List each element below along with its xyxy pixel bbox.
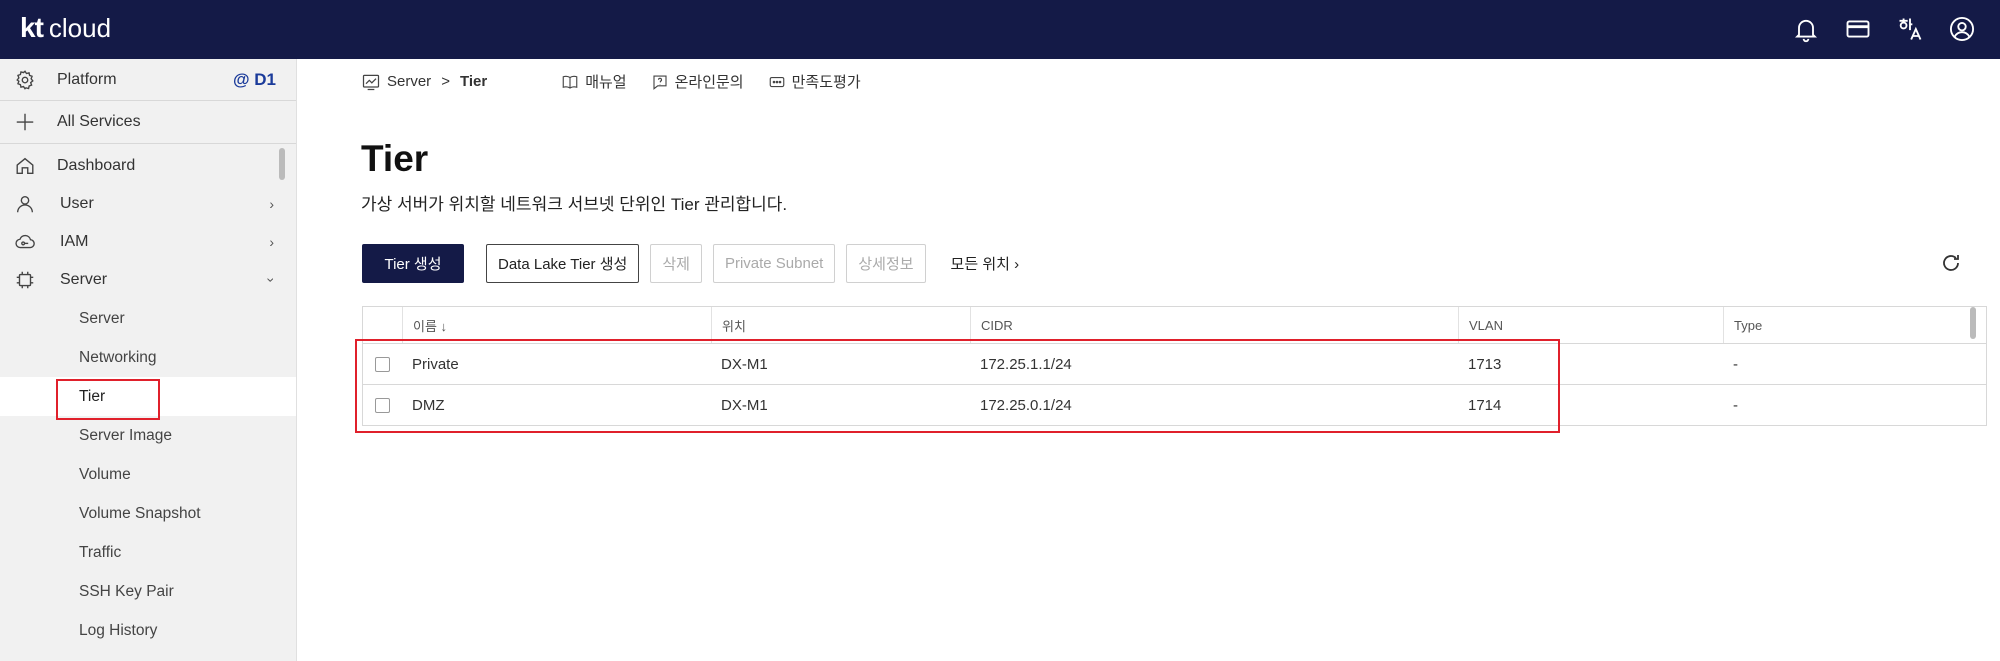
sidebar-item-iam[interactable]: IAM › (0, 223, 296, 261)
tier-table: 이름 ↓ 위치 CIDR VLAN Type Private DX-M1 172… (362, 306, 1987, 426)
online-inquiry-link[interactable]: 온라인문의 (651, 71, 744, 92)
sidebar-sub-volume-snapshot[interactable]: Volume Snapshot (0, 494, 296, 533)
sidebar-item-server[interactable]: Server › (0, 261, 296, 299)
gear-icon (13, 68, 37, 92)
sidebar-item-user[interactable]: User › (0, 185, 296, 223)
header-type[interactable]: Type (1723, 307, 1986, 343)
page-description: 가상 서버가 위치할 네트워크 서브넷 단위인 Tier 관리합니다. (361, 195, 788, 214)
table-header: 이름 ↓ 위치 CIDR VLAN Type (362, 306, 1987, 344)
chevron-right-icon: › (269, 196, 274, 212)
cell-cidr: 172.25.1.1/24 (980, 355, 1072, 373)
create-datalake-tier-button[interactable]: Data Lake Tier 생성 (486, 244, 640, 283)
sidebar-sub-networking[interactable]: Networking (0, 338, 296, 377)
user-circle-icon[interactable] (1946, 13, 1978, 45)
person-icon (13, 192, 37, 216)
sidebar: Platform @ D1 All Services Dashboard Use… (0, 59, 297, 661)
sidebar-sub-log-history[interactable]: Log History (0, 611, 296, 650)
language-icon[interactable] (1894, 13, 1926, 45)
cell-type: - (1733, 355, 1738, 373)
manual-link[interactable]: 매뉴얼 (561, 71, 627, 92)
platform-selector[interactable]: Platform @ D1 (0, 59, 296, 101)
cell-vlan: 1714 (1468, 396, 1502, 414)
cloud-key-icon (13, 230, 37, 254)
cell-cidr: 172.25.0.1/24 (980, 396, 1072, 414)
sidebar-sub-tier[interactable]: Tier (0, 377, 296, 420)
table-row[interactable]: DMZ DX-M1 172.25.0.1/24 1714 - (362, 385, 1987, 426)
sidebar-item-dashboard[interactable]: Dashboard (0, 147, 296, 185)
sidebar-sub-traffic[interactable]: Traffic (0, 533, 296, 572)
sidebar-sub-volume[interactable]: Volume (0, 455, 296, 494)
kt-cloud-logo[interactable]: kt cloud (20, 12, 111, 44)
satisfaction-survey-link[interactable]: 만족도평가 (768, 71, 861, 92)
table-row[interactable]: Private DX-M1 172.25.1.1/24 1713 - (362, 344, 1987, 385)
page-title: Tier (361, 138, 429, 179)
platform-label: Platform (57, 70, 117, 88)
card-icon[interactable] (1842, 13, 1874, 45)
chip-icon (13, 268, 37, 292)
breadcrumb-current: Tier (459, 73, 488, 90)
bell-icon[interactable] (1790, 13, 1822, 45)
sidebar-scrollbar[interactable] (279, 148, 285, 180)
chevron-right-icon: › (269, 234, 274, 250)
cell-vlan: 1713 (1468, 355, 1502, 373)
chevron-down-icon: › (263, 277, 280, 283)
table-scrollbar[interactable] (1970, 307, 1976, 339)
sidebar-sub-server[interactable]: Server (0, 299, 296, 338)
header-location[interactable]: 위치 (711, 307, 970, 343)
home-icon (13, 154, 37, 178)
cell-location: DX-M1 (721, 396, 768, 414)
breadcrumb-parent[interactable]: Server (387, 73, 431, 90)
highlight-box (56, 379, 160, 420)
row-checkbox[interactable] (375, 397, 390, 413)
row-checkbox[interactable] (375, 356, 390, 372)
top-bar: kt cloud (0, 0, 2000, 59)
question-chat-icon (653, 74, 667, 90)
cell-name: Private (412, 355, 459, 373)
action-bar: Tier 생성 Data Lake Tier 생성 삭제 Private Sub… (362, 244, 1019, 283)
chart-icon (362, 74, 380, 90)
header-name[interactable]: 이름 ↓ (402, 307, 711, 343)
cell-location: DX-M1 (721, 355, 768, 373)
sidebar-sub-server-image[interactable]: Server Image (0, 416, 296, 455)
sidebar-sub-ssh-key-pair[interactable]: SSH Key Pair (0, 572, 296, 611)
breadcrumb: Server > Tier 매뉴얼 온라인문의 만족도평가 (361, 71, 861, 92)
cell-type: - (1733, 396, 1738, 414)
private-subnet-button[interactable]: Private Subnet (712, 244, 836, 283)
detail-button[interactable]: 상세정보 (846, 244, 926, 283)
platform-badge: @ D1 (232, 69, 276, 89)
cell-name: DMZ (412, 396, 445, 414)
location-filter[interactable]: 모든 위치 › (951, 253, 1020, 274)
plus-icon (13, 110, 37, 134)
all-services-link[interactable]: All Services (0, 101, 296, 144)
create-tier-button[interactable]: Tier 생성 (362, 244, 464, 283)
ellipsis-box-icon (769, 76, 784, 87)
header-cidr[interactable]: CIDR (970, 307, 1458, 343)
delete-button[interactable]: 삭제 (650, 244, 702, 283)
refresh-icon[interactable] (1939, 251, 1963, 275)
header-vlan[interactable]: VLAN (1458, 307, 1723, 343)
book-icon (562, 75, 578, 89)
